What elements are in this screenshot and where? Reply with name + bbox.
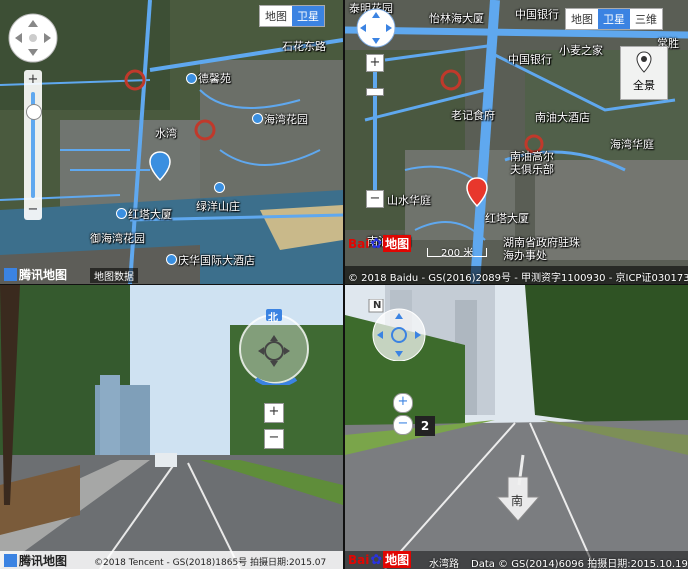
baidu-paw-icon: ✿ [370, 235, 383, 252]
poi-icon[interactable] [186, 73, 197, 84]
location-pin-icon[interactable] [148, 150, 172, 182]
zoom-level-badge: 2 [415, 416, 435, 436]
poi-icon[interactable] [252, 113, 263, 124]
copyright-text: ©2018 Tencent - GS(2018)1865号 [94, 558, 248, 568]
map-label: 红塔大厦 [485, 212, 529, 225]
baidu-paw-icon: ✿ [370, 551, 383, 568]
zoom-out-button[interactable]: − [264, 429, 284, 449]
map-type-satellite[interactable]: 卫星 [598, 9, 630, 29]
map-label: 绿洋山庄 [196, 200, 240, 213]
copyright-text: © 2018 Baidu - GS(2016)2089号 - 甲测资字11009… [348, 273, 688, 284]
zoom-slider[interactable]: + − [366, 54, 384, 209]
zoom-out-button[interactable]: − [393, 415, 413, 435]
zoom-slider-handle[interactable] [366, 88, 384, 96]
panorama-pin-icon [636, 51, 652, 73]
road-name: 水湾路 [429, 559, 459, 569]
zoom-slider[interactable]: + − [24, 70, 42, 220]
copyright-text: Data © GS(2014)6096 拍摄日期:2015.10.19 [471, 559, 688, 569]
map-type-switch: 地图 卫星 [259, 5, 325, 27]
tencent-street-view[interactable]: 北 + − 腾讯地图 ©2018 Tencent - GS(2018)1865号… [0, 285, 343, 569]
tencent-map-icon [4, 554, 17, 567]
map-label: 庆华国际大酒店 [178, 254, 255, 267]
zoom-in-button[interactable]: + [264, 403, 284, 423]
baidu-logo: Bai ✿ 地图 [348, 235, 412, 252]
map-label: 中国银行 [508, 53, 552, 66]
map-label: 湖南省政府驻珠海办事处 [503, 236, 580, 262]
tencent-satellite-map[interactable]: 石花东路 德馨苑 海湾花园 水湾 红塔大厦 御海湾花园 绿洋山庄 庆华国际大酒店… [0, 0, 343, 284]
tencent-map-icon [4, 268, 17, 281]
map-label: 怡林海大厦 [429, 12, 484, 25]
map-type-satellite[interactable]: 卫星 [292, 6, 324, 26]
map-label: 南油高尔夫俱乐部 [510, 150, 554, 176]
pan-control[interactable] [355, 7, 397, 49]
zoom-in-button[interactable]: + [393, 393, 413, 413]
map-label: 德馨苑 [198, 72, 231, 85]
map-label: 红塔大厦 [128, 208, 172, 221]
map-label: 御海湾花园 [90, 232, 145, 245]
poi-icon[interactable] [166, 254, 177, 265]
compass-north-label: N [373, 300, 382, 311]
map-label: 石花东路 [282, 40, 326, 53]
poi-icon[interactable] [116, 208, 127, 219]
map-type-switch: 地图 卫星 三维 [565, 8, 663, 30]
direction-label: 南 [511, 494, 524, 508]
tencent-logo: 腾讯地图 [4, 552, 67, 569]
map-label: 山水华庭 [387, 194, 431, 207]
copyright-bar: © 2018 Baidu - GS(2016)2089号 - 甲测资字11009… [345, 266, 688, 284]
zoom-out-button[interactable]: − [25, 202, 41, 218]
map-label: 水湾 [155, 127, 177, 140]
map-type-3d[interactable]: 三维 [630, 9, 662, 29]
map-type-map[interactable]: 地图 [566, 9, 598, 29]
map-label: 中国银行 [515, 8, 559, 21]
tencent-logo: 腾讯地图 [4, 266, 67, 283]
map-data-badge[interactable]: 地图数据 [90, 268, 138, 283]
zoom-out-button[interactable]: − [366, 190, 384, 208]
zoom-in-button[interactable]: + [366, 54, 384, 72]
map-label: 海湾花园 [264, 113, 308, 126]
location-pin-icon[interactable] [465, 176, 489, 208]
poi-icon[interactable] [214, 182, 225, 193]
baidu-satellite-map[interactable]: 泰明花园 怡林海大厦 中国银行 小麦之家 常胜 中国银行 老记食府 南油大酒店 … [345, 0, 688, 284]
map-label: 老记食府 [451, 109, 495, 122]
baidu-logo: Bai ✿ 地图 [348, 551, 412, 568]
map-label: 南油大酒店 [535, 111, 590, 124]
zoom-in-button[interactable]: + [25, 72, 41, 88]
scale-label: 200 米 [441, 248, 474, 259]
compass-north-label: 北 [268, 313, 278, 324]
map-label: 海湾华庭 [610, 138, 654, 151]
map-label: 小麦之家 [559, 44, 603, 57]
zoom-slider-handle[interactable] [26, 104, 42, 120]
baidu-street-view[interactable]: N + − 2 南 Bai ✿ 地图 水湾路 Data © GS(2014)60… [345, 285, 688, 569]
panorama-button[interactable]: 全景 [620, 46, 668, 100]
map-type-map[interactable]: 地图 [260, 6, 292, 26]
pan-control[interactable] [7, 12, 59, 64]
capture-date: 拍摄日期:2015.07 [250, 558, 327, 568]
